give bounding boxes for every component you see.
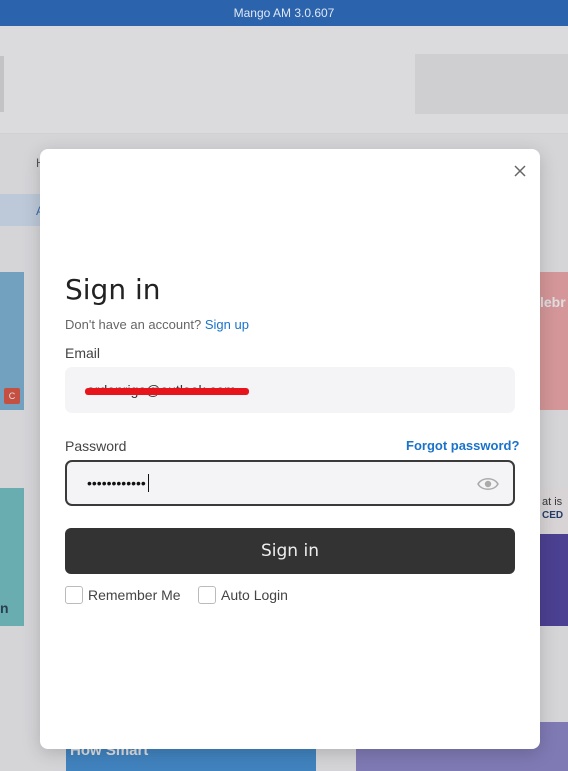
no-account-text: Don't have an account? <box>65 317 202 332</box>
signup-link[interactable]: Sign up <box>205 317 249 332</box>
remember-me-checkbox[interactable]: Remember Me <box>65 586 181 604</box>
forgot-password-link[interactable]: Forgot password? <box>406 438 519 453</box>
window-titlebar: Mango AM 3.0.607 <box>0 0 568 26</box>
eye-icon <box>477 478 499 490</box>
password-value: •••••••••••• <box>87 475 146 491</box>
auto-login-checkbox[interactable]: Auto Login <box>198 586 288 604</box>
signup-prompt: Don't have an account? Sign up <box>65 317 249 332</box>
checkbox-box[interactable] <box>65 586 83 604</box>
signin-button[interactable]: Sign in <box>65 528 515 574</box>
email-field[interactable]: ardenrige@outlook.com <box>65 367 515 413</box>
show-password-button[interactable] <box>477 475 499 493</box>
auto-login-label: Auto Login <box>221 587 288 603</box>
text-caret <box>147 474 149 492</box>
close-icon <box>514 165 526 177</box>
email-label: Email <box>65 345 101 361</box>
email-value: ardenrige@outlook.com <box>85 382 249 398</box>
password-label: Password <box>65 438 127 454</box>
window-title: Mango AM 3.0.607 <box>233 6 335 20</box>
checkbox-box[interactable] <box>198 586 216 604</box>
signin-dialog: Sign in Don't have an account? Sign up E… <box>40 149 540 749</box>
redaction-mark <box>85 388 249 395</box>
close-button[interactable] <box>510 161 530 181</box>
password-field[interactable]: •••••••••••• <box>65 460 515 506</box>
page-title: Sign in <box>65 273 161 306</box>
remember-me-label: Remember Me <box>88 587 181 603</box>
